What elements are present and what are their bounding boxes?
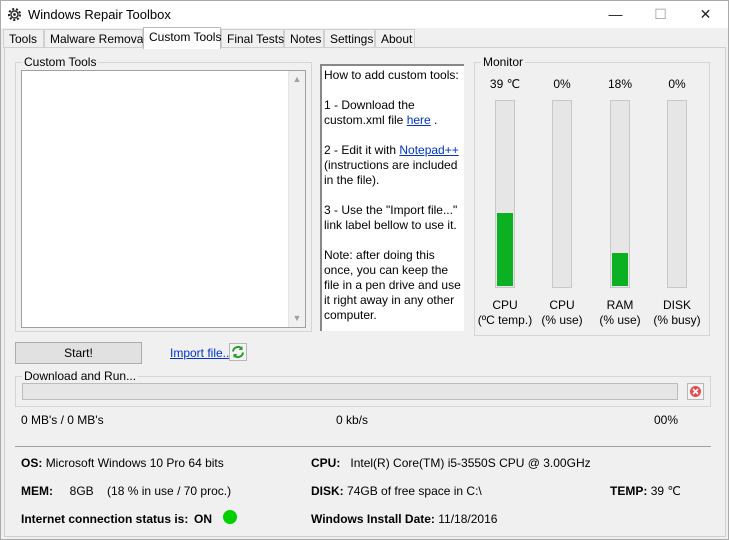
internet-status-label: Internet connection status is:	[21, 512, 189, 526]
scroll-up-arrow-icon[interactable]: ▲	[289, 71, 305, 88]
gauge-cpu-use-bar	[552, 100, 572, 288]
download-here-link[interactable]: here	[407, 113, 431, 127]
gauge-ram-use-value: 18%	[607, 77, 633, 91]
download-group: Download and Run...	[15, 369, 711, 407]
gauge-disk-busy-label: DISK (% busy)	[642, 298, 712, 328]
tab-tools[interactable]: Tools	[3, 29, 44, 48]
disk-info: DISK: 74GB of free space in C:\	[311, 484, 482, 498]
gauge-cpu-use-value: 0%	[553, 77, 571, 91]
scroll-down-arrow-icon[interactable]: ▼	[289, 310, 305, 327]
os-info: OS: Microsoft Windows 10 Pro 64 bits	[21, 456, 224, 470]
custom-tools-group-label: Custom Tools	[22, 55, 99, 69]
download-mb-text: 0 MB's / 0 MB's	[21, 413, 104, 427]
gauge-cpu-temp-fill	[497, 213, 513, 286]
download-speed-text: 0 kb/s	[336, 413, 369, 427]
custom-tools-scrollbar[interactable]: ▲ ▼	[288, 71, 305, 327]
custom-tools-list[interactable]: ▲ ▼	[21, 70, 306, 328]
tab-settings[interactable]: Settings	[324, 29, 375, 48]
gauge-ram-use-bar	[610, 100, 630, 288]
separator	[15, 446, 711, 447]
instructions-note: Note: after doing this once, you can kee…	[324, 248, 461, 322]
download-percent-text: 00%	[654, 413, 679, 427]
tab-about[interactable]: About	[375, 29, 415, 48]
mem-info: MEM: 8GB (18 % in use / 70 proc.)	[21, 484, 232, 498]
download-group-label: Download and Run...	[22, 369, 139, 383]
internet-status-value: ON	[194, 512, 212, 526]
instructions-box: How to add custom tools: 1 - Download th…	[320, 64, 464, 331]
gauge-ram-use-fill	[612, 253, 628, 286]
import-file-link[interactable]: Import file...	[170, 346, 233, 360]
instructions-heading: How to add custom tools:	[324, 68, 459, 82]
instructions-step-2: 2 - Edit it with Notepad++ (instructions…	[324, 143, 459, 187]
notepad-plus-plus-link[interactable]: Notepad++	[399, 143, 458, 157]
refresh-icon[interactable]	[229, 343, 247, 361]
gauge-cpu-temp-bar	[495, 100, 515, 288]
tab-malware-removal[interactable]: Malware Removal	[44, 29, 146, 48]
temp-info: TEMP: 39 ℃	[610, 484, 681, 498]
download-progress-bar	[22, 383, 678, 400]
gauge-disk-busy-title: DISK	[662, 298, 691, 312]
instructions-step-1: 1 - Download the custom.xml file here .	[324, 98, 438, 127]
title-bar: Windows Repair Toolbox — ☐ ✕	[1, 1, 728, 28]
custom-tools-panel: Custom Tools ▲ ▼ How to add custom tools…	[4, 47, 726, 537]
instructions-step-3: 3 - Use the "Import file..." link label …	[324, 203, 458, 232]
close-button[interactable]: ✕	[683, 1, 728, 28]
gauge-cpu-temp-value: 39 ℃	[489, 77, 521, 91]
cancel-download-icon[interactable]	[687, 383, 704, 400]
install-date-info: Windows Install Date: 11/18/2016	[311, 512, 498, 526]
tab-custom-tools[interactable]: Custom Tools	[143, 27, 221, 49]
tab-final-tests[interactable]: Final Tests	[221, 29, 284, 48]
minimize-button[interactable]: —	[593, 1, 638, 28]
tab-notes[interactable]: Notes	[284, 29, 324, 48]
monitor-group-label: Monitor	[481, 55, 526, 69]
custom-tools-group: Custom Tools ▲ ▼	[15, 55, 312, 332]
app-window: Windows Repair Toolbox — ☐ ✕ Tools Malwa…	[0, 0, 729, 540]
gauge-disk-busy-unit: (% busy)	[653, 313, 701, 327]
status-indicator-icon	[223, 510, 237, 524]
window-title: Windows Repair Toolbox	[28, 7, 171, 22]
start-button[interactable]: Start!	[15, 342, 142, 364]
gauge-disk-busy-bar	[667, 100, 687, 288]
monitor-group: Monitor 39 ℃ CPU (ºC temp.) 0% CPU (% use) 18%…	[474, 55, 712, 336]
gear-icon	[7, 7, 22, 22]
gauge-disk-busy-value: 0%	[668, 77, 686, 91]
maximize-button[interactable]: ☐	[638, 1, 683, 28]
cpu-info: CPU: Intel(R) Core(TM) i5-3550S CPU @ 3.…	[311, 456, 591, 470]
